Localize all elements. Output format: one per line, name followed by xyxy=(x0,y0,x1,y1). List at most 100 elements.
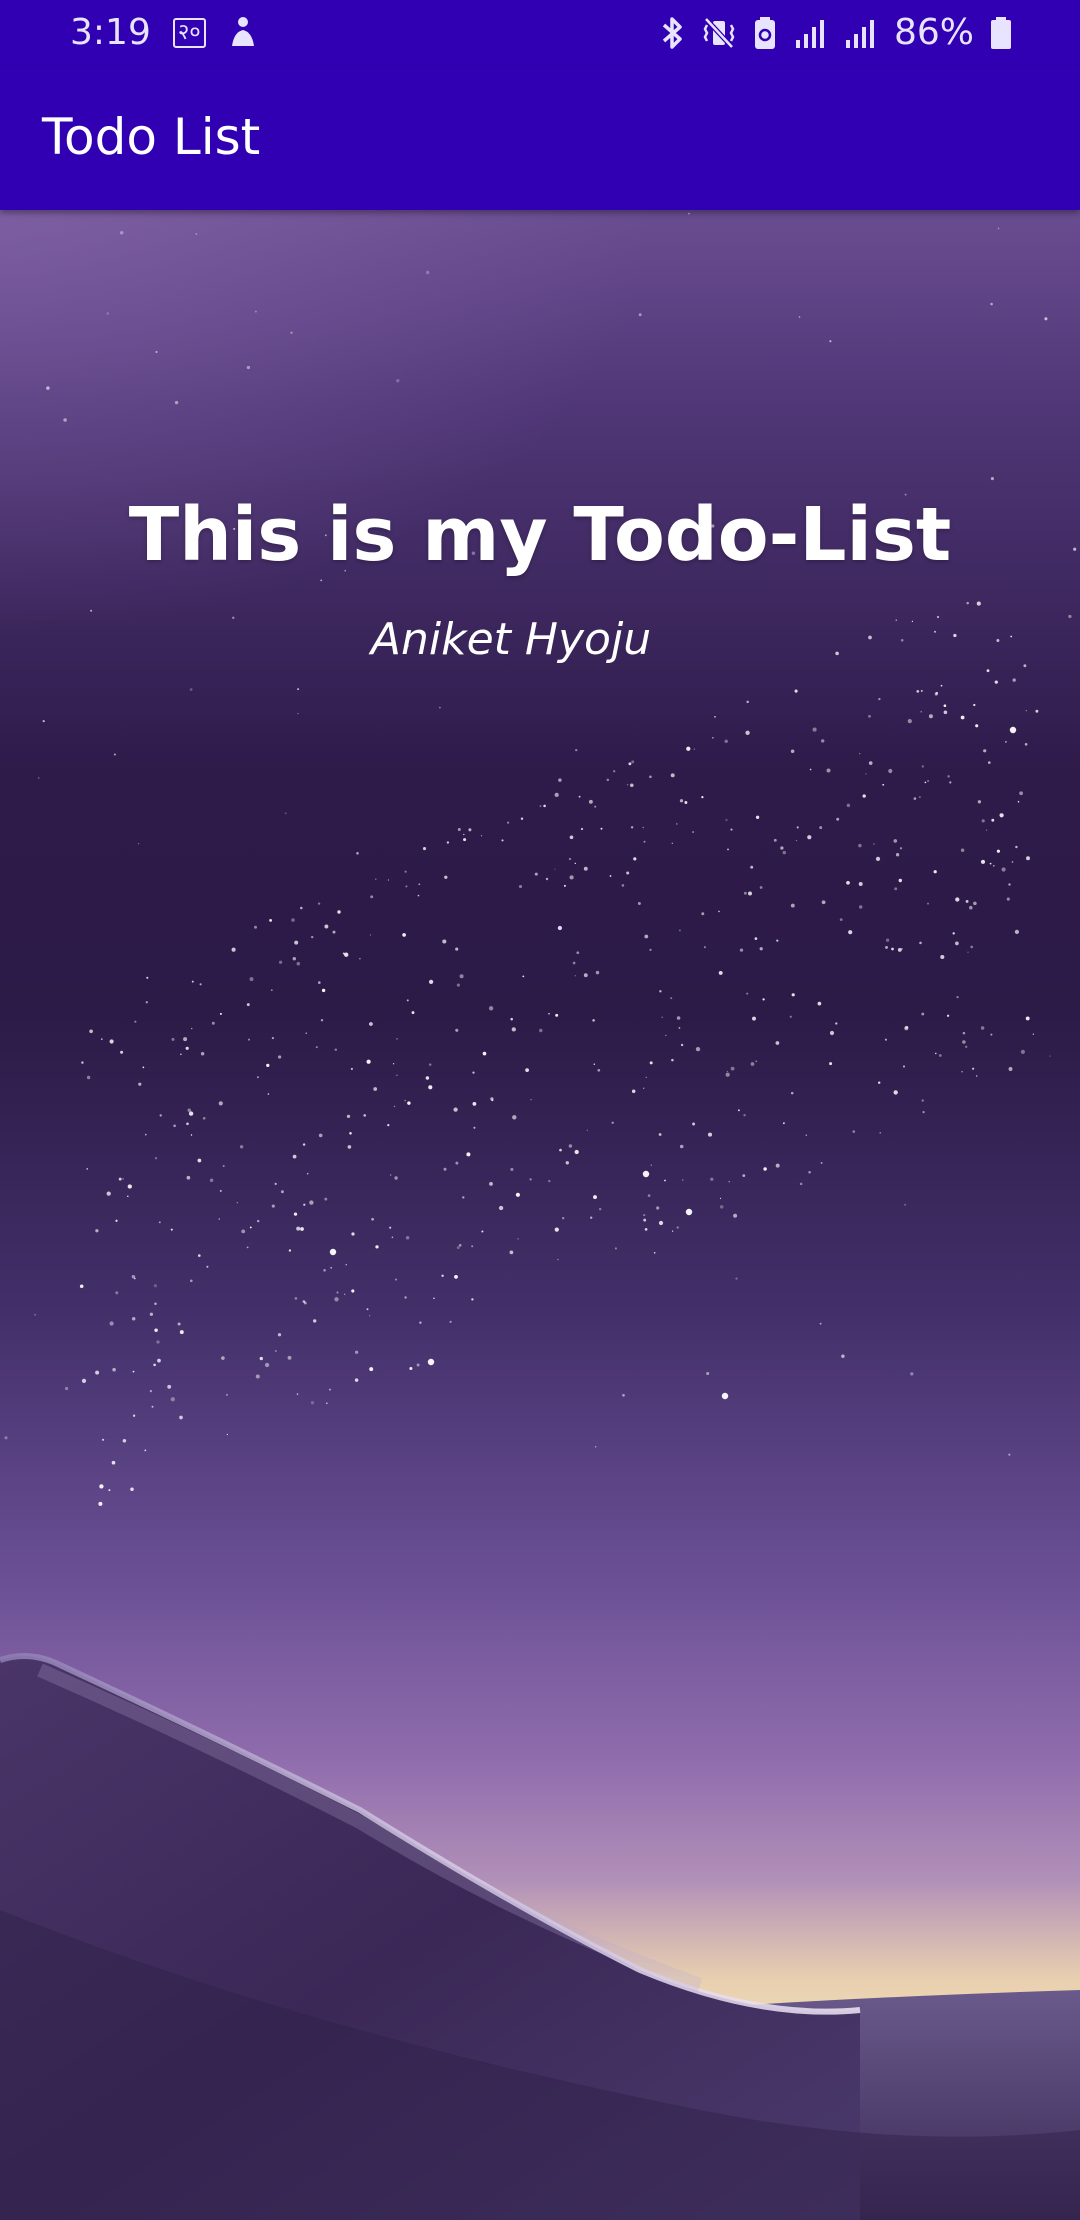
star xyxy=(983,749,987,753)
star xyxy=(443,1167,447,1171)
star xyxy=(442,939,447,944)
star xyxy=(653,1252,656,1254)
star xyxy=(157,1358,161,1363)
star xyxy=(819,826,823,830)
star xyxy=(962,1031,966,1035)
star xyxy=(568,857,572,861)
star xyxy=(973,901,977,906)
star xyxy=(472,1071,475,1074)
star xyxy=(686,746,691,751)
star xyxy=(600,827,603,830)
star xyxy=(315,1046,318,1049)
star xyxy=(558,778,562,782)
star xyxy=(146,976,149,979)
star xyxy=(259,1356,263,1361)
star xyxy=(682,1179,684,1181)
star xyxy=(64,1386,69,1391)
star xyxy=(609,875,612,877)
star xyxy=(375,1245,379,1249)
star xyxy=(177,1322,181,1326)
star xyxy=(290,331,293,334)
star xyxy=(846,880,850,885)
star xyxy=(122,1177,124,1180)
star xyxy=(109,1321,114,1326)
star xyxy=(977,800,982,804)
star xyxy=(191,980,194,983)
star xyxy=(530,1099,532,1101)
star xyxy=(574,975,576,977)
star xyxy=(81,1378,87,1383)
star xyxy=(820,1161,823,1165)
star xyxy=(218,1218,221,1220)
star xyxy=(297,712,299,715)
star xyxy=(507,821,510,824)
star xyxy=(488,1006,494,1011)
star xyxy=(354,1350,359,1354)
star xyxy=(1005,741,1007,743)
star xyxy=(302,1300,306,1303)
star xyxy=(320,1019,324,1022)
star xyxy=(644,1228,648,1231)
star xyxy=(356,852,359,855)
star xyxy=(498,1205,504,1211)
star xyxy=(996,849,1000,853)
star xyxy=(396,379,400,383)
star xyxy=(724,739,728,744)
star xyxy=(370,895,374,899)
star xyxy=(926,902,930,905)
star xyxy=(511,1027,516,1032)
star xyxy=(545,877,549,881)
star xyxy=(875,856,881,862)
star xyxy=(363,1114,366,1117)
star xyxy=(919,796,921,798)
star xyxy=(780,846,784,850)
star xyxy=(134,1020,137,1023)
star xyxy=(473,1126,476,1129)
star xyxy=(1044,317,1048,321)
star xyxy=(671,842,673,844)
star xyxy=(680,1043,684,1047)
star xyxy=(543,804,546,808)
star xyxy=(755,1060,758,1063)
star xyxy=(137,843,140,845)
star xyxy=(943,710,948,715)
star xyxy=(921,1099,924,1102)
star xyxy=(919,941,922,945)
star xyxy=(966,601,969,605)
star xyxy=(426,270,430,275)
star xyxy=(812,727,817,732)
star xyxy=(132,1370,135,1373)
star xyxy=(913,797,917,800)
star xyxy=(956,995,959,999)
status-left: 3:19 २० xyxy=(70,10,258,56)
star xyxy=(725,818,728,822)
star xyxy=(422,847,427,851)
star xyxy=(775,1041,780,1045)
star xyxy=(574,1149,579,1155)
star xyxy=(387,1124,390,1127)
star xyxy=(858,882,863,886)
star xyxy=(433,1297,435,1299)
star xyxy=(659,990,662,993)
star xyxy=(583,866,588,871)
star xyxy=(735,1277,738,1280)
star xyxy=(588,799,593,804)
star xyxy=(368,1022,373,1026)
star xyxy=(877,1081,881,1084)
star xyxy=(321,988,326,993)
star xyxy=(647,1194,651,1197)
star xyxy=(776,939,779,942)
star xyxy=(949,781,952,784)
star xyxy=(248,1038,250,1041)
star xyxy=(645,1076,647,1078)
battery-icon xyxy=(990,15,1012,51)
star xyxy=(595,970,600,975)
star xyxy=(225,1393,229,1396)
star xyxy=(324,924,329,929)
star xyxy=(303,1203,306,1206)
star xyxy=(254,925,257,929)
star xyxy=(255,1374,260,1379)
star xyxy=(790,749,795,754)
star xyxy=(274,1350,277,1352)
star xyxy=(472,1102,477,1106)
